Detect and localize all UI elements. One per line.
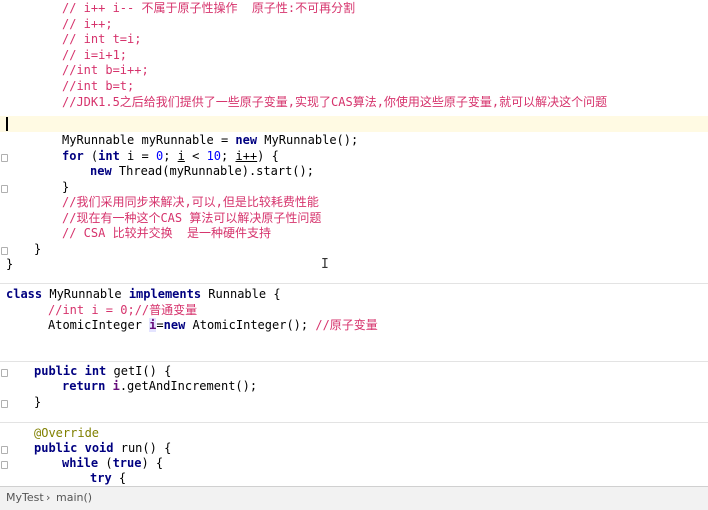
code-text: AtomicInteger(); bbox=[185, 318, 316, 332]
code-text: i++ bbox=[235, 149, 258, 163]
code-text: MyRunnable bbox=[42, 287, 129, 301]
field-identifier: i bbox=[112, 379, 120, 393]
code-text: .getAndIncrement(); bbox=[119, 379, 258, 393]
code-line[interactable]: class MyRunnable implements Runnable { bbox=[6, 286, 281, 302]
comment-line[interactable]: // i++ i-- 不属于原子性操作 原子性:不可再分割 bbox=[62, 0, 355, 16]
keyword: public bbox=[34, 441, 78, 455]
keyword: implements bbox=[128, 287, 202, 301]
method-separator bbox=[0, 361, 708, 362]
code-text: < bbox=[184, 149, 207, 163]
comment-line[interactable]: // int t=i; bbox=[62, 31, 141, 47]
comment-line[interactable]: //int b=i++; bbox=[62, 62, 149, 78]
code-line[interactable]: MyRunnable myRunnable = new MyRunnable()… bbox=[62, 132, 358, 148]
keyword: int bbox=[98, 149, 120, 163]
fold-marker[interactable] bbox=[1, 400, 8, 408]
keyword: for bbox=[62, 149, 84, 163]
code-line[interactable]: } bbox=[62, 179, 69, 195]
comment-line[interactable]: //int i = 0;//普通变量 bbox=[48, 302, 197, 318]
code-line[interactable]: } bbox=[34, 241, 41, 257]
code-text: i bbox=[177, 149, 185, 163]
fold-marker[interactable] bbox=[1, 369, 8, 377]
keyword: return bbox=[62, 379, 106, 393]
keyword: public bbox=[34, 364, 78, 378]
keyword: int bbox=[84, 364, 107, 378]
code-text: AtomicInteger bbox=[48, 318, 150, 332]
code-text: = bbox=[156, 318, 164, 332]
method-separator bbox=[0, 283, 708, 284]
breadcrumb-bar: MyTest › main() bbox=[0, 486, 708, 510]
code-text: } bbox=[34, 242, 42, 256]
code-text: ( bbox=[98, 456, 113, 470]
fold-marker[interactable] bbox=[1, 461, 8, 469]
code-line[interactable]: while (true) { bbox=[62, 455, 163, 471]
comment-line[interactable]: //JDK1.5之后给我们提供了一些原子变量,实现了CAS算法,你使用这些原子变… bbox=[62, 94, 607, 110]
code-line[interactable]: } bbox=[34, 394, 41, 410]
keyword: new bbox=[235, 133, 258, 147]
editor-gutter[interactable] bbox=[0, 0, 8, 486]
keyword: class bbox=[6, 287, 43, 301]
method-separator bbox=[0, 422, 708, 423]
keyword: true bbox=[112, 456, 142, 470]
comment-line[interactable]: //现在有一种这个CAS 算法可以解决原子性问题 bbox=[62, 210, 321, 226]
comment-line[interactable]: //int b=t; bbox=[62, 78, 134, 94]
mouse-ibeam-icon: I bbox=[321, 257, 329, 272]
code-line[interactable]: for (int i = 0; i < 10; i++) { bbox=[62, 148, 279, 164]
code-text: run() { bbox=[113, 441, 172, 455]
code-text: ( bbox=[83, 149, 99, 163]
code-text: { bbox=[111, 471, 127, 485]
breadcrumb-method[interactable]: main() bbox=[56, 491, 92, 504]
number-literal: 10 bbox=[206, 149, 222, 163]
keyword: new bbox=[163, 318, 186, 332]
code-text: Runnable { bbox=[201, 287, 281, 301]
code-line[interactable]: try { bbox=[90, 470, 126, 486]
breadcrumb-separator-icon: › bbox=[46, 491, 51, 504]
code-text: MyRunnable myRunnable = bbox=[62, 133, 236, 147]
code-text: MyRunnable(); bbox=[257, 133, 359, 147]
keyword: try bbox=[90, 471, 112, 485]
code-text: ) { bbox=[257, 149, 279, 163]
code-text: } bbox=[62, 180, 70, 194]
keyword: void bbox=[84, 441, 114, 455]
code-text: ; bbox=[163, 149, 178, 163]
keyword: new bbox=[90, 164, 112, 178]
code-line[interactable]: public int getI() { bbox=[34, 363, 171, 379]
breadcrumb-class[interactable]: MyTest bbox=[6, 491, 44, 504]
code-text: getI() { bbox=[106, 364, 172, 378]
code-text: } bbox=[6, 257, 14, 271]
keyword: while bbox=[62, 456, 99, 470]
fold-marker[interactable] bbox=[1, 154, 8, 162]
fold-marker[interactable] bbox=[1, 446, 8, 454]
fold-marker[interactable] bbox=[1, 247, 8, 255]
code-line[interactable]: new Thread(myRunnable).start(); bbox=[90, 163, 314, 179]
inline-comment: //原子变量 bbox=[315, 318, 378, 332]
code-text: Thread(myRunnable).start(); bbox=[111, 164, 314, 178]
current-line-highlight bbox=[0, 116, 708, 132]
comment-line[interactable]: // i=i+1; bbox=[62, 47, 127, 63]
text-caret bbox=[6, 117, 8, 131]
code-text: i = bbox=[119, 149, 156, 163]
comment-line[interactable]: //我们采用同步来解决,可以,但是比较耗费性能 bbox=[62, 194, 319, 210]
comment-line[interactable]: // i++; bbox=[62, 16, 113, 32]
code-editor[interactable]: // i++ i-- 不属于原子性操作 原子性:不可再分割// i++;// i… bbox=[0, 0, 708, 486]
code-line[interactable]: } bbox=[6, 256, 13, 272]
code-text: ) { bbox=[141, 456, 164, 470]
annotation-line[interactable]: @Override bbox=[34, 425, 99, 441]
code-line[interactable]: return i.getAndIncrement(); bbox=[62, 378, 257, 394]
code-line[interactable]: AtomicInteger i=new AtomicInteger(); //原… bbox=[48, 317, 378, 333]
fold-marker[interactable] bbox=[1, 185, 8, 193]
code-text: ; bbox=[221, 149, 236, 163]
code-text: } bbox=[34, 395, 42, 409]
code-line[interactable]: public void run() { bbox=[34, 440, 171, 456]
comment-line[interactable]: // CSA 比较并交换 是一种硬件支持 bbox=[62, 225, 271, 241]
